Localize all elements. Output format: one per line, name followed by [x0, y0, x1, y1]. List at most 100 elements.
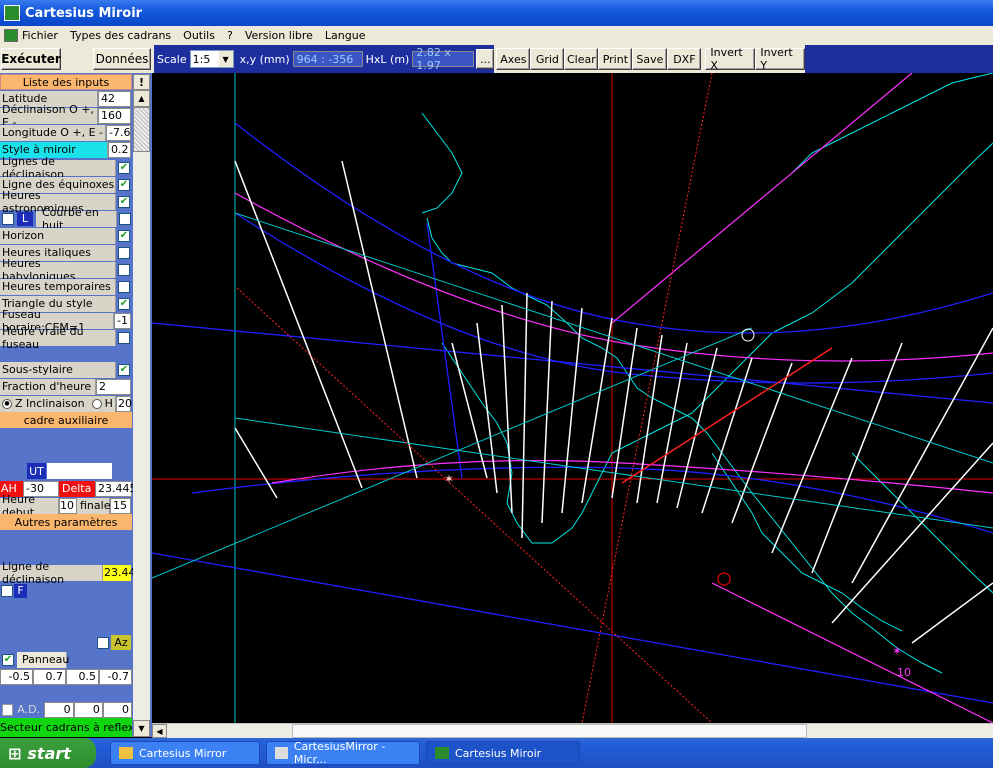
menu-bar: Fichier Types des cadrans Outils ? Versi… [0, 26, 993, 45]
app-icon [4, 5, 20, 21]
checkbox-az[interactable] [97, 636, 109, 649]
toolbar-spacer [805, 45, 993, 73]
az-row: Az [0, 634, 132, 651]
star-marker-icon: ✶ [444, 472, 454, 486]
menu-outils[interactable]: Outils [177, 29, 221, 42]
panneau-value-2[interactable]: 0.7 [33, 668, 66, 685]
input-panel: Liste des inputs ! Latitude 42 Déclinaiso… [0, 73, 152, 737]
panneau-value-4[interactable]: -0.7 [99, 668, 132, 685]
invert-y-button[interactable]: Invert Y [755, 46, 806, 72]
data-button[interactable]: Données [93, 48, 151, 70]
checkbox-heures-babyloniques[interactable] [118, 263, 130, 276]
fraction-input[interactable]: 2 [96, 378, 131, 395]
canvas-hscrollbar[interactable]: ◀ [152, 723, 993, 738]
scale-label: Scale [157, 52, 187, 66]
ligne-declinaison-row: Ligne de déclinaison 23.44 [0, 559, 136, 586]
clear-button[interactable]: Clear [564, 48, 599, 70]
dxf-button[interactable]: DXF [667, 48, 702, 70]
alert-button[interactable]: ! [133, 74, 150, 90]
checkbox-panneau[interactable]: ✔ [2, 653, 14, 666]
center-marker-icon [741, 328, 755, 342]
ad-value-2[interactable]: 0 [73, 701, 103, 718]
checkbox-courbe-en-huit[interactable] [119, 212, 131, 225]
option-horizon: Horizon ✔ [0, 227, 130, 244]
declinaison-input[interactable]: 160 [98, 107, 131, 124]
secteur-cadrans-button[interactable]: Secteur cadrans à reflexion [0, 718, 132, 737]
ligne-declinaison-input[interactable]: 23.44 [103, 564, 136, 581]
xy-readout: 964 : -356 [292, 51, 363, 67]
start-button[interactable]: ⊞ start [0, 738, 96, 768]
task-cartesiusmirror-editor[interactable]: CartesiusMirror - Micr... [266, 740, 420, 766]
windows-logo-icon: ⊞ [8, 743, 22, 763]
menu-fichier[interactable]: Fichier [0, 29, 64, 42]
panneau-value-3[interactable]: 0.5 [66, 668, 99, 685]
ad-value-3[interactable]: 0 [102, 701, 133, 718]
radio-h[interactable] [91, 398, 102, 409]
longitude-input[interactable]: -7.6 [106, 124, 131, 141]
ut-label: UT [27, 463, 46, 479]
folder-icon [119, 747, 133, 759]
window-titlebar: Cartesius Miroir [0, 0, 993, 26]
latitude-input[interactable]: 42 [98, 90, 131, 107]
xy-label: x,y (mm) [239, 52, 290, 66]
checkbox-heures-italiques[interactable] [118, 246, 130, 259]
scroll-up-icon[interactable]: ▲ [133, 90, 150, 107]
autres-parametres-button[interactable]: Autres paramètres [0, 514, 132, 530]
f-button[interactable]: F [14, 583, 27, 598]
grid-button[interactable]: Grid [530, 48, 565, 70]
menu-help[interactable]: ? [221, 29, 239, 42]
ad-value-1[interactable]: 0 [44, 701, 74, 718]
menu-version-libre[interactable]: Version libre [239, 29, 319, 42]
chevron-down-icon[interactable]: ▼ [218, 51, 233, 67]
save-button[interactable]: Save [632, 48, 668, 70]
checkbox-sous-stylaire[interactable]: ✔ [118, 363, 130, 376]
checkbox-heures-astronomiques[interactable]: ✔ [118, 195, 130, 208]
l-button[interactable]: L [17, 211, 33, 226]
toolbar-controls: Scale 1:5 ▼ x,y (mm) 964 : -356 HxL (m) … [154, 45, 495, 73]
option-heure-vraie: Heure vraie du fuseau [0, 325, 132, 351]
task-cartesius-miroir[interactable]: Cartesius Miroir [426, 741, 580, 765]
scroll-down-icon[interactable]: ▼ [133, 720, 150, 737]
radio-z-inclinaison[interactable]: ● [2, 398, 12, 409]
checkbox-f[interactable] [1, 584, 13, 597]
scroll-left-icon[interactable]: ◀ [152, 724, 167, 738]
ut-field[interactable] [47, 463, 112, 479]
axes-button[interactable]: Axes [496, 48, 531, 70]
checkbox-heures-temporaires[interactable] [118, 280, 130, 293]
panel-scrollbar[interactable]: ▲ ▼ [133, 90, 150, 737]
menu-types-des-cadrans[interactable]: Types des cadrans [64, 29, 177, 42]
scale-select[interactable]: 1:5 ▼ [189, 50, 234, 68]
dial-canvas[interactable]: ✶ ✶ 10 [152, 73, 993, 723]
heure-debut-input[interactable]: 10 [59, 497, 77, 514]
style-lines [236, 73, 713, 723]
task-cartesius-mirror-folder[interactable]: Cartesius Mirror [110, 741, 260, 765]
checkbox-triangle-du-style[interactable]: ✔ [118, 297, 130, 310]
declinaison-row: Déclinaison O +, E -160 [0, 103, 132, 129]
execute-button[interactable]: Exécuter [1, 48, 61, 70]
checkbox-ad[interactable] [2, 703, 14, 716]
print-button[interactable]: Print [598, 48, 633, 70]
scroll-thumb[interactable] [133, 107, 150, 152]
triangle-style-line [621, 347, 833, 484]
hscroll-thumb[interactable] [292, 724, 807, 738]
panneau-row: ✔ Panneau [2, 651, 70, 668]
checkbox-lignes-declinaison[interactable]: ✔ [118, 161, 130, 174]
toolbar: Exécuter Données Scale 1:5 ▼ x,y (mm) 96… [0, 45, 993, 73]
menu-langue[interactable]: Langue [319, 29, 372, 42]
cadre-auxiliaire-button[interactable]: cadre auxiliaire [0, 412, 132, 428]
checkbox-ligne-equinoxes[interactable]: ✔ [118, 178, 130, 191]
finale-input[interactable]: 15 [110, 497, 131, 514]
checkbox-horizon[interactable]: ✔ [118, 229, 130, 242]
h-input[interactable]: 20 [116, 395, 132, 412]
checkbox-l[interactable] [2, 212, 14, 225]
fuseau-horaire-input[interactable]: -1 [114, 312, 131, 329]
taskbar: ⊞ start Cartesius Mirror CartesiusMirror… [0, 738, 993, 768]
invert-x-button[interactable]: Invert X [705, 46, 756, 72]
delta-input[interactable]: 23.445 [95, 480, 137, 497]
hxl-more-button[interactable]: ... [476, 49, 495, 69]
az-button[interactable]: Az [111, 635, 131, 650]
checkbox-heure-vraie[interactable] [118, 331, 130, 344]
panneau-value-1[interactable]: -0.5 [0, 668, 33, 685]
file-icon [4, 29, 18, 42]
window-title: Cartesius Miroir [25, 5, 143, 21]
